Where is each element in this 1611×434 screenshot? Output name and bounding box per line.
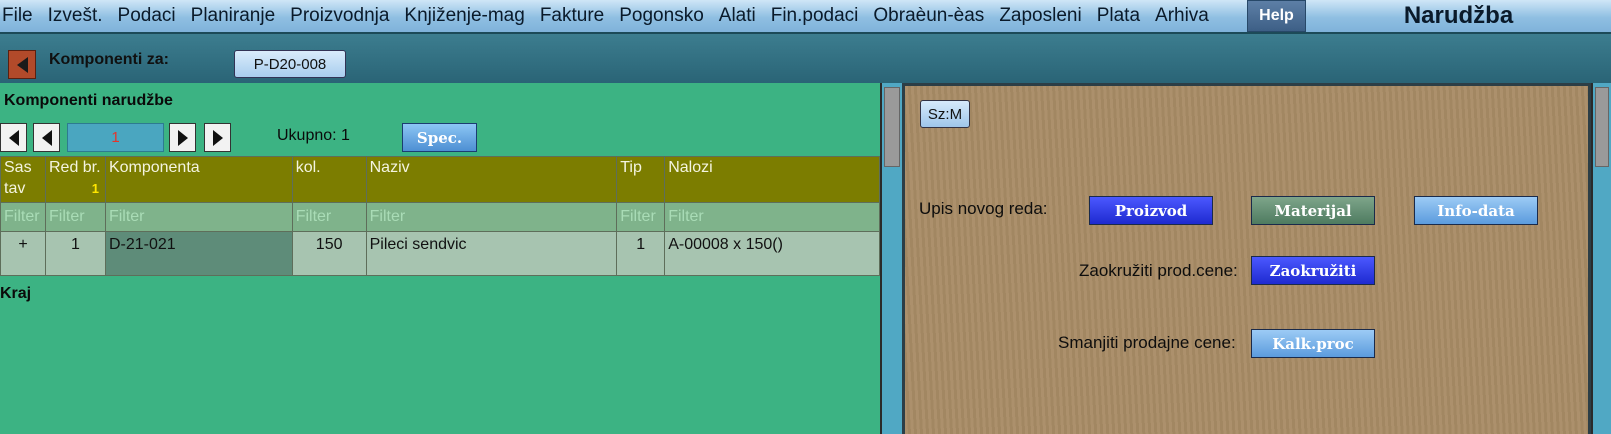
komponenti-za-label: Komponenti za: (49, 51, 169, 68)
table-row[interactable]: + 1 D-21-021 150 Pileci sendvic 1 A-0000… (0, 231, 880, 276)
right-scrollbar[interactable] (1591, 83, 1611, 434)
menu-proizvodnja[interactable]: Proizvodnja (290, 5, 397, 27)
col-header-red-br-label: Red br. (48, 159, 101, 176)
end-label: Kraj (0, 285, 32, 302)
filter-nalozi[interactable]: Filter (664, 202, 880, 232)
col-header-sastav[interactable]: Sas tav (0, 156, 46, 203)
cell-tip[interactable]: 1 (616, 231, 666, 276)
menu-zaposleni[interactable]: Zaposleni (999, 5, 1089, 27)
filter-row: Filter Filter Filter Filter Filter Filte… (0, 202, 880, 232)
order-code-button[interactable]: P-D20-008 (234, 50, 346, 78)
back-arrow-icon (16, 56, 28, 73)
prev-page-icon (41, 129, 52, 146)
menu-obracun-cas[interactable]: Obraèun-èas (873, 5, 992, 27)
col-header-nalozi[interactable]: Nalozi (664, 156, 880, 203)
panel-title: Komponenti narudžbe (4, 92, 173, 109)
total-count: Ukupno: 1 (277, 127, 350, 144)
filter-tip[interactable]: Filter (616, 202, 666, 232)
cell-red-br[interactable]: 1 (44, 231, 106, 276)
col-header-komponenta[interactable]: Komponenta (104, 156, 293, 203)
last-page-button[interactable] (204, 123, 231, 152)
spec-button[interactable]: Spec. (402, 123, 477, 152)
kalk-proc-button[interactable]: Kalk.proc (1251, 329, 1375, 358)
menu-podaci[interactable]: Podaci (118, 5, 184, 27)
page-number-field[interactable]: 1 (67, 123, 164, 152)
menu-alati[interactable]: Alati (719, 5, 764, 27)
col-header-kol[interactable]: kol. (291, 156, 367, 203)
filter-red-br[interactable]: Filter (44, 202, 106, 232)
menu-items: File Izvešt. Podaci Planiranje Proizvodn… (0, 0, 1224, 32)
filter-kol[interactable]: Filter (291, 202, 367, 232)
menu-knjizenje-mag[interactable]: Knjiženje-mag (404, 5, 532, 27)
reduce-prices-label: Smanjiti prodajne cene: (1058, 333, 1236, 352)
col-header-red-br[interactable]: Red br. 1 (44, 156, 106, 203)
new-row-label: Upis novog reda: (919, 199, 1048, 218)
prev-page-button[interactable] (33, 123, 60, 152)
back-button[interactable] (8, 50, 36, 79)
table-header: Sas tav Red br. 1 Komponenta kol. Naziv … (0, 156, 880, 203)
first-page-icon (8, 129, 19, 146)
menu-izvest[interactable]: Izvešt. (48, 5, 111, 27)
help-button[interactable]: Help (1247, 0, 1306, 32)
cell-sastav[interactable]: + (0, 231, 46, 276)
round-prices-label: Zaokružiti prod.cene: (1079, 261, 1238, 280)
menu-pogonsko[interactable]: Pogonsko (619, 5, 712, 27)
menu-plata[interactable]: Plata (1097, 5, 1148, 27)
next-page-button[interactable] (169, 123, 196, 152)
filter-komponenta[interactable]: Filter (104, 202, 293, 232)
round-prices-button[interactable]: Zaokružiti (1251, 256, 1375, 285)
col-header-naziv[interactable]: Naziv (365, 156, 618, 203)
menu-arhiva[interactable]: Arhiva (1155, 5, 1217, 27)
window-title: Narudžba (1403, 2, 1514, 29)
info-data-button[interactable]: Info-data (1414, 196, 1538, 225)
szm-button[interactable]: Sz:M (920, 100, 970, 128)
menu-bar: File Izvešt. Podaci Planiranje Proizvodn… (0, 0, 1611, 32)
components-panel: Komponenti narudžbe 1 Ukupno: 1 Spec. Sa… (0, 83, 880, 434)
filter-sastav[interactable]: Filter (0, 202, 46, 232)
cell-komponenta[interactable]: D-21-021 (104, 231, 293, 276)
proizvod-button[interactable]: Proizvod (1089, 196, 1213, 225)
actions-panel: Sz:M Upis novog reda: Proizvod Materijal… (902, 83, 1591, 434)
components-table: Sas tav Red br. 1 Komponenta kol. Naziv … (0, 156, 880, 276)
last-page-icon (212, 129, 223, 146)
cell-nalozi[interactable]: A-00008 x 150() (664, 231, 880, 276)
sort-badge: 1 (91, 181, 99, 196)
left-scrollbar[interactable] (880, 83, 902, 434)
cell-kol[interactable]: 150 (291, 231, 367, 276)
first-page-button[interactable] (0, 123, 27, 152)
next-page-icon (177, 129, 188, 146)
menu-planiranje[interactable]: Planiranje (191, 5, 284, 27)
menu-fin-podaci[interactable]: Fin.podaci (771, 5, 867, 27)
sub-toolbar: Komponenti za: P-D20-008 (0, 32, 1611, 83)
cell-naziv[interactable]: Pileci sendvic (365, 231, 618, 276)
right-scrollbar-thumb[interactable] (1595, 87, 1609, 167)
materijal-button[interactable]: Materijal (1251, 196, 1375, 225)
menu-fakture[interactable]: Fakture (540, 5, 612, 27)
filter-naziv[interactable]: Filter (365, 202, 618, 232)
col-header-tip[interactable]: Tip (616, 156, 666, 203)
left-scrollbar-thumb[interactable] (884, 87, 900, 167)
menu-file[interactable]: File (0, 5, 41, 27)
